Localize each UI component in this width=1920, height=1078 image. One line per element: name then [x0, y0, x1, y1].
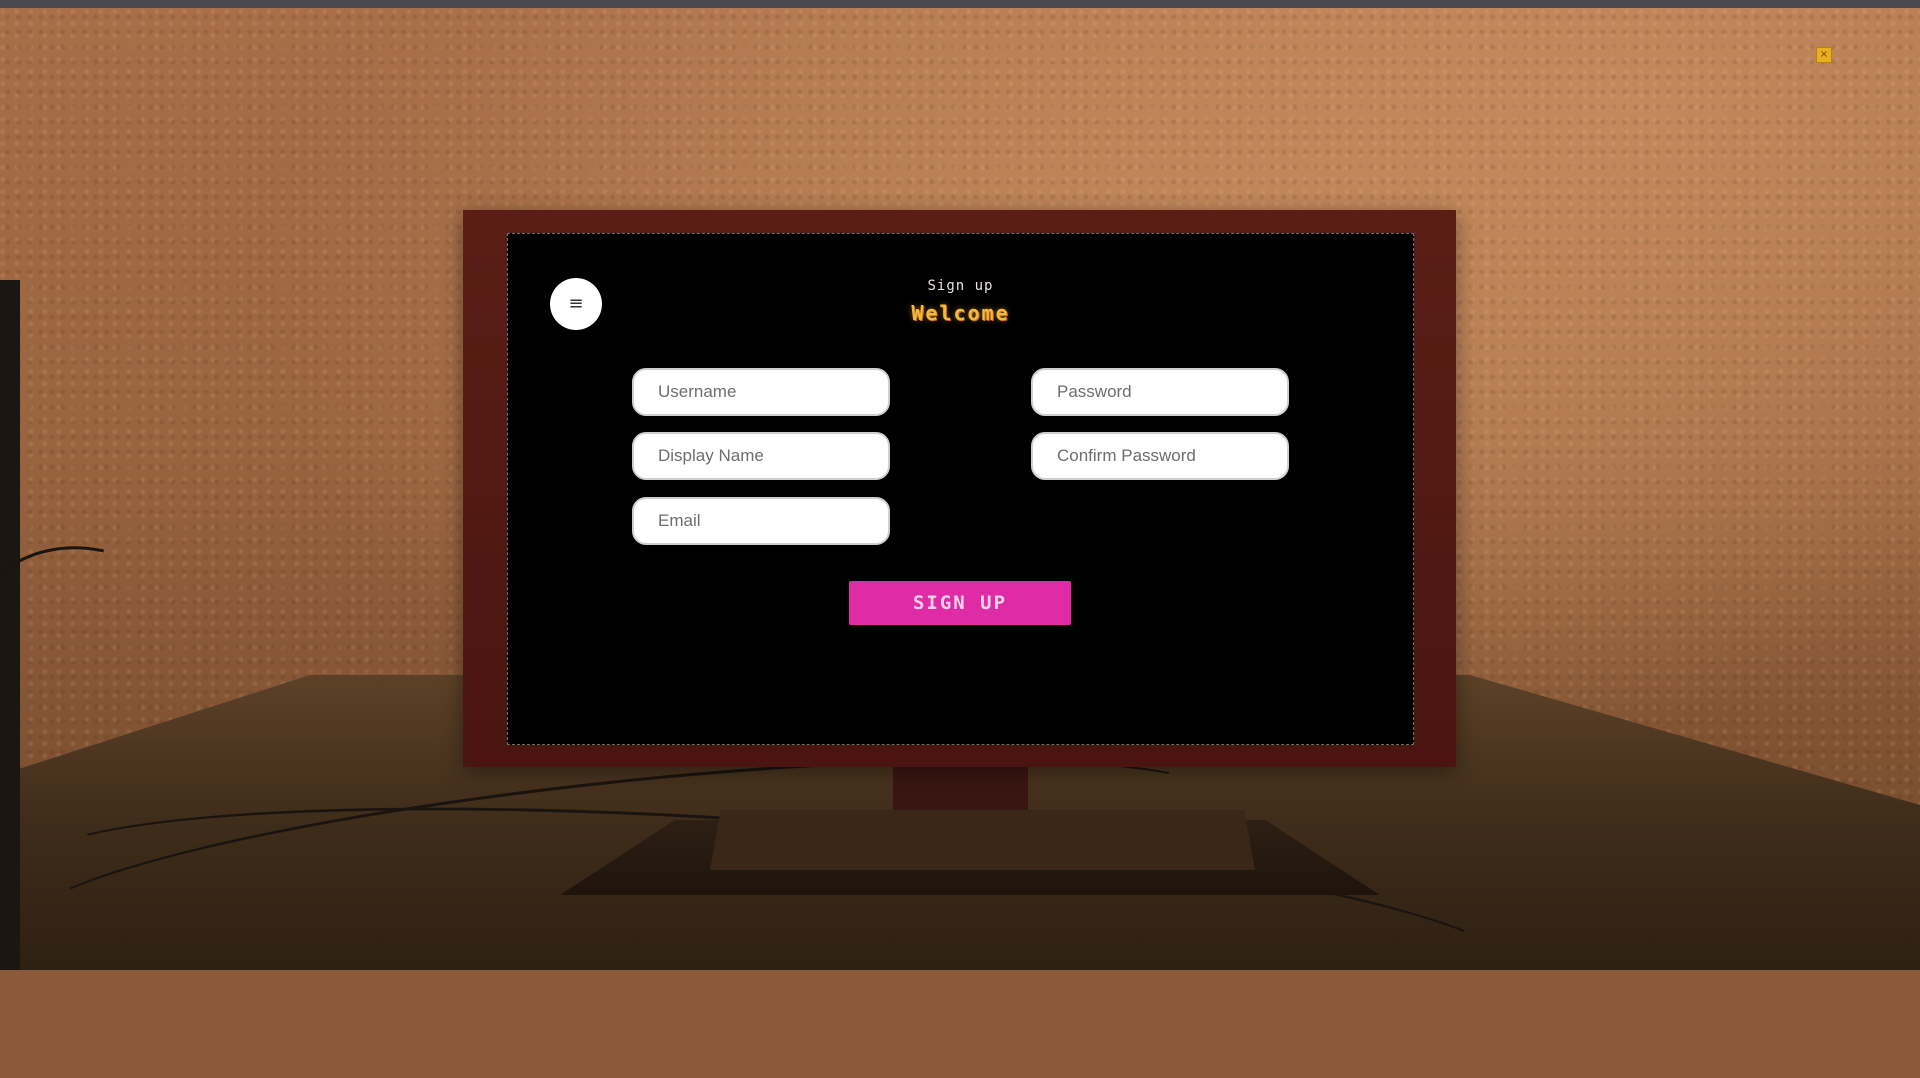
monitor-stand-neck: [893, 765, 1028, 810]
monitor-screen: ≡ Sign up Welcome SIGN UP: [507, 233, 1414, 745]
top-bar: [0, 0, 1920, 8]
form-subtitle: Sign up: [927, 278, 994, 294]
sign-up-button[interactable]: SIGN UP: [849, 581, 1071, 625]
display-name-input[interactable]: [632, 432, 890, 480]
monitor-stand-plate: [710, 810, 1255, 870]
form-title: Welcome: [911, 301, 1010, 325]
close-icon[interactable]: ×: [1816, 47, 1832, 63]
email-input[interactable]: [632, 497, 890, 545]
confirm-password-input[interactable]: [1031, 432, 1289, 480]
password-input[interactable]: [1031, 368, 1289, 416]
username-input[interactable]: [632, 368, 890, 416]
